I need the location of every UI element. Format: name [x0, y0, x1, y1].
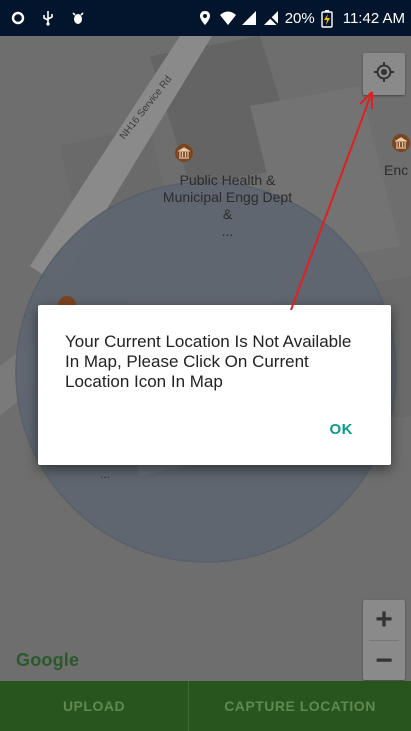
upload-button[interactable]: UPLOAD	[0, 681, 189, 731]
usb-icon	[40, 10, 56, 26]
crosshair-icon	[373, 61, 395, 88]
google-logo: Google	[16, 650, 80, 670]
clock: 11:42 AM	[342, 9, 405, 27]
ok-button[interactable]: OK	[330, 421, 354, 438]
map-small-label: ...	[100, 467, 111, 481]
battery-percent: 20%	[284, 9, 315, 27]
zoom-out-button[interactable]: −	[363, 641, 405, 681]
location-icon	[197, 10, 213, 26]
zoom-controls: + −	[363, 600, 405, 680]
bank-poi-icon-2[interactable]	[392, 134, 410, 152]
my-location-button[interactable]	[363, 53, 405, 95]
bank-poi-icon[interactable]	[175, 144, 193, 162]
status-bar: 20% 11:42 AM	[0, 0, 411, 36]
location-alert-dialog: Your Current Location Is Not Available I…	[38, 305, 391, 465]
poi-label-partial: Enc	[384, 162, 409, 178]
wifi-icon	[219, 10, 236, 26]
circle-notification-icon	[10, 10, 26, 26]
battery-charging-icon	[321, 10, 337, 28]
signal-icon	[241, 10, 257, 26]
bottom-action-bar: UPLOAD CAPTURE LOCATION	[0, 681, 411, 731]
dialog-message: Your Current Location Is Not Available I…	[65, 332, 352, 391]
no-signal-icon	[263, 10, 279, 26]
bug-icon	[70, 10, 86, 26]
capture-location-button[interactable]: CAPTURE LOCATION	[189, 681, 411, 731]
poi-label: Public Health & Municipal Engg Dept & ..…	[162, 172, 293, 239]
zoom-in-button[interactable]: +	[363, 600, 405, 640]
